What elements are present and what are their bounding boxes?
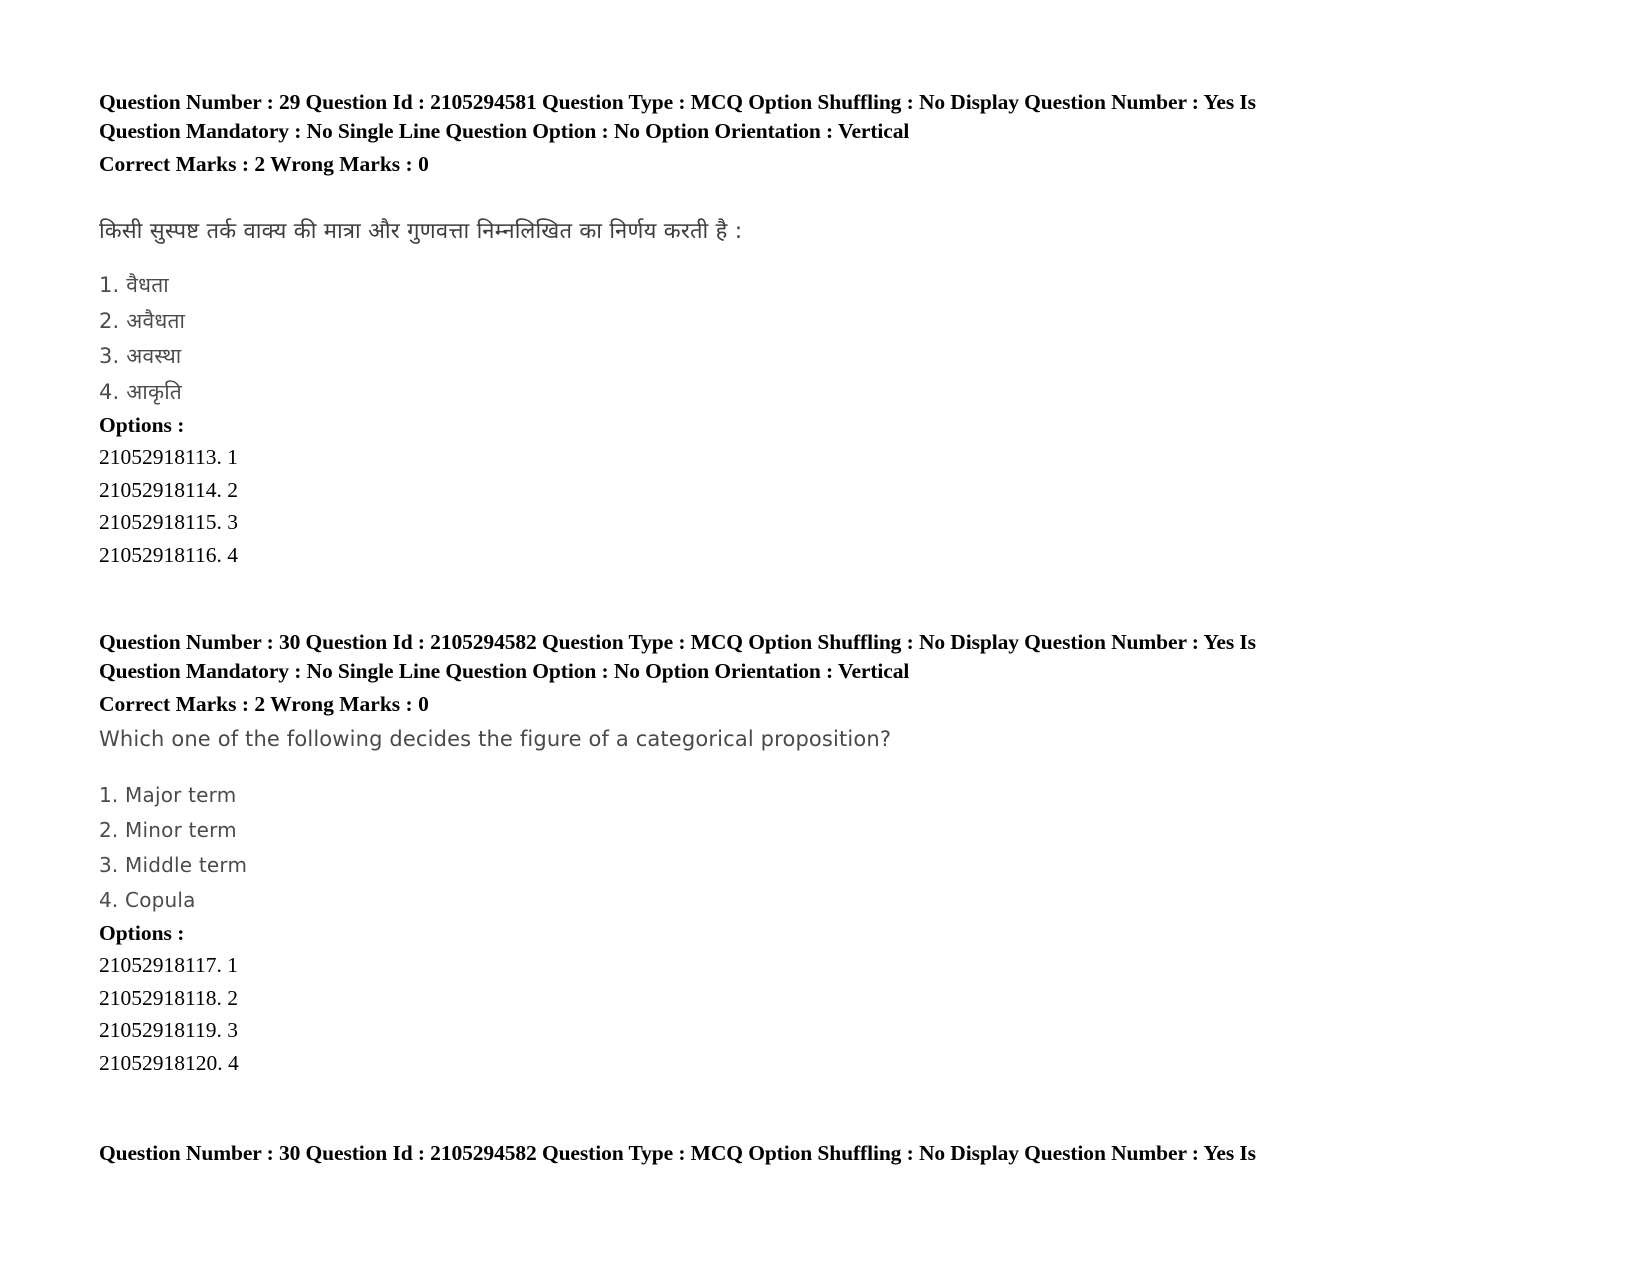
option-id-item: 21052918113. 1 [99, 445, 238, 469]
footer-question-block: Question Number : 30 Question Id : 21052… [99, 1139, 1409, 1168]
question-text-hindi: किसी सुस्पष्ट तर्क वाक्य की मात्रा और गु… [99, 219, 743, 244]
option-id-item: 21052918119. 3 [99, 1018, 238, 1042]
document-page: Question Number : 29 Question Id : 21052… [0, 0, 1650, 1275]
choice-item: 2. Minor term [99, 818, 237, 842]
option-id-item: 21052918115. 3 [99, 510, 238, 534]
choice-item: 1. Major term [99, 783, 237, 807]
question-meta-line-1: Question Number : 29 Question Id : 21052… [99, 90, 1256, 114]
choice-item: 1. वैधता [99, 273, 169, 297]
option-id-item: 21052918118. 2 [99, 985, 238, 1010]
question-choices-english: 1. Major term 2. Minor term 3. Middle te… [99, 778, 1409, 918]
option-id-item: 21052918116. 4 [99, 542, 238, 567]
option-id-item: 21052918114. 2 [99, 477, 238, 502]
choice-item: 4. आकृति [99, 379, 182, 404]
page-content: Question Number : 29 Question Id : 21052… [99, 88, 1409, 1168]
question-marks-line: Correct Marks : 2 Wrong Marks : 0 [99, 152, 429, 176]
option-id-item: 21052918117. 1 [99, 953, 238, 977]
option-id-list: 21052918117. 1 21052918118. 2 2105291811… [99, 949, 1409, 1079]
question-meta-line-1: Question Number : 30 Question Id : 21052… [99, 630, 1256, 654]
question-marks-line: Correct Marks : 2 Wrong Marks : 0 [99, 692, 429, 716]
choice-item: 2. अवैधता [99, 308, 186, 333]
choice-item: 3. Middle term [99, 853, 248, 877]
question-choices-hindi: 1. वैधता 2. अवैधता 3. अवस्था 4. आकृति [99, 268, 1409, 410]
options-label: Options : [99, 921, 185, 945]
question-block-29: Question Number : 29 Question Id : 21052… [99, 88, 1409, 571]
footer-meta-line-1: Question Number : 30 Question Id : 21052… [99, 1141, 1256, 1165]
choice-item: 3. अवस्था [99, 344, 182, 368]
question-meta-line-2: Question Mandatory : No Single Line Ques… [99, 658, 910, 683]
option-id-list: 21052918113. 1 21052918114. 2 2105291811… [99, 441, 1409, 571]
question-meta-line-2: Question Mandatory : No Single Line Ques… [99, 118, 910, 143]
question-block-30: Question Number : 30 Question Id : 21052… [99, 628, 1409, 1079]
options-label: Options : [99, 413, 185, 437]
question-text-english: Which one of the following decides the f… [99, 727, 892, 751]
option-id-item: 21052918120. 4 [99, 1050, 239, 1075]
choice-item: 4. Copula [99, 888, 196, 912]
